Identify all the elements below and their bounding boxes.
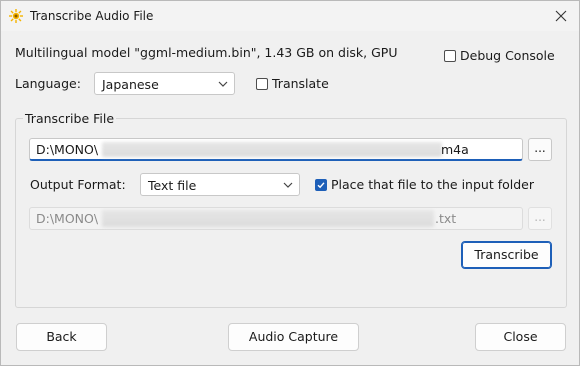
close-window-icon[interactable]	[549, 4, 573, 28]
place-in-input-folder-check-box[interactable]	[315, 178, 327, 191]
transcribe-file-group-title: Transcribe File	[23, 111, 117, 126]
app-sun-icon	[9, 9, 23, 23]
debug-console-checkbox[interactable]: Debug Console	[444, 48, 555, 63]
redacted-path-segment	[102, 210, 434, 227]
language-value: Japanese	[102, 77, 159, 92]
close-button[interactable]: Close	[475, 323, 566, 351]
place-in-input-folder-label: Place that file to the input folder	[331, 177, 534, 192]
chevron-down-icon	[283, 182, 293, 188]
output-format-select[interactable]: Text file	[140, 173, 300, 196]
input-path-end: m4a	[441, 142, 469, 157]
place-in-input-folder-checkbox[interactable]: Place that file to the input folder	[315, 177, 534, 192]
input-path-start: D:\MONO\	[36, 142, 99, 157]
output-format-value: Text file	[148, 178, 197, 193]
language-select[interactable]: Japanese	[94, 72, 235, 95]
audio-capture-button[interactable]: Audio Capture	[228, 323, 359, 351]
back-button[interactable]: Back	[16, 323, 107, 351]
debug-console-check-box[interactable]	[444, 49, 456, 62]
checkmark-icon	[317, 181, 325, 188]
translate-check-box[interactable]	[256, 77, 268, 90]
title-bar: Transcribe Audio File	[1, 1, 579, 31]
output-path-end: .txt	[435, 211, 457, 226]
model-info-text: Multilingual model "ggml-medium.bin", 1.…	[15, 45, 398, 60]
translate-label: Translate	[272, 76, 329, 91]
input-file-field[interactable]: D:\MONO\ m4a	[29, 138, 523, 161]
browse-output-button: ...	[528, 207, 552, 230]
output-file-field: D:\MONO\ .txt	[29, 207, 523, 230]
language-label: Language:	[15, 76, 81, 91]
chevron-down-icon	[218, 81, 228, 87]
browse-input-button[interactable]: ...	[528, 138, 552, 161]
transcribe-button[interactable]: Transcribe	[461, 241, 552, 269]
output-format-label: Output Format:	[30, 177, 126, 192]
window-title: Transcribe Audio File	[30, 9, 154, 23]
redacted-path-segment	[102, 142, 442, 157]
translate-checkbox[interactable]: Translate	[256, 76, 329, 91]
debug-console-label: Debug Console	[460, 48, 555, 63]
transcribe-dialog: Transcribe Audio File Multilingual model…	[0, 0, 580, 366]
output-path-start: D:\MONO\	[36, 211, 99, 226]
